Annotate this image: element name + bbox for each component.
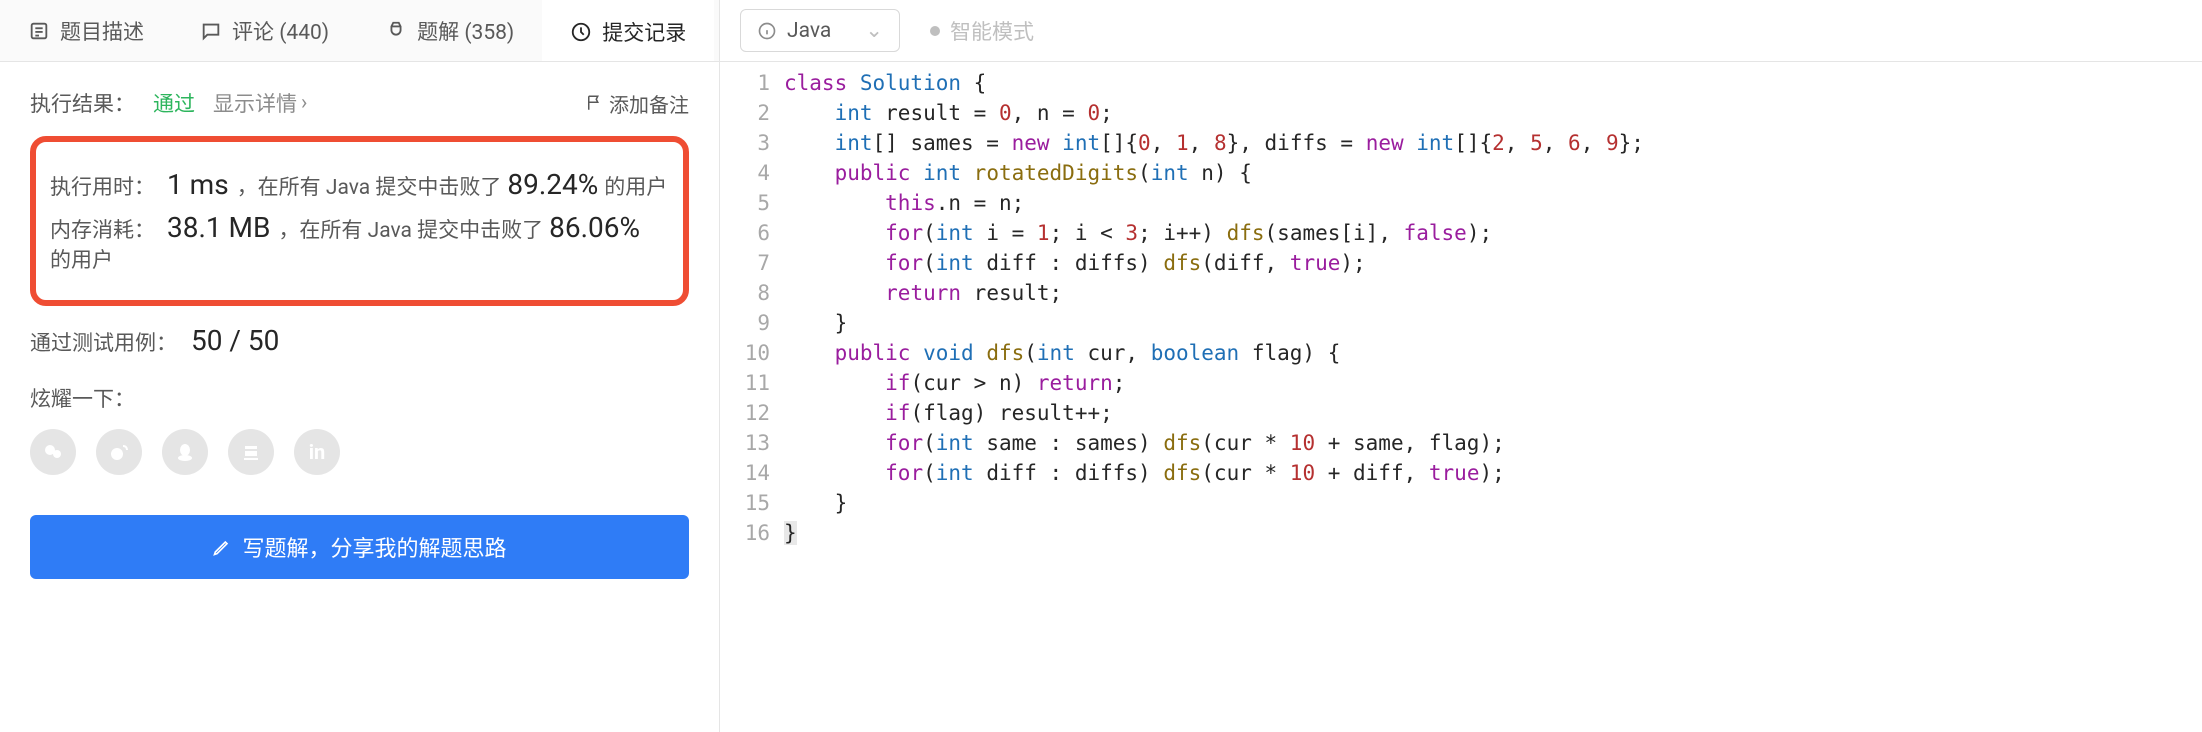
show-details-link[interactable]: 显示详情 › <box>213 88 307 118</box>
line-number: 4 <box>720 158 770 188</box>
runtime-label: 执行用时： <box>50 171 155 201</box>
add-note-button[interactable]: 添加备注 <box>585 89 689 118</box>
editor-header: Java ⌄ 智能模式 <box>720 0 2202 62</box>
tab-label: 提交记录 <box>602 17 686 47</box>
right-panel: Java ⌄ 智能模式 12345678910111213141516 clas… <box>720 0 2202 732</box>
runtime-line: 执行用时： 1 ms ，在所有 Java 提交中击败了 89.24% 的用户 <box>50 168 669 201</box>
line-number: 10 <box>720 338 770 368</box>
qq-icon[interactable] <box>162 429 208 475</box>
runtime-mid: ，在所有 Java 提交中击败了 <box>237 171 502 201</box>
language-label: Java <box>787 19 831 43</box>
share-icons: in <box>30 429 689 475</box>
code-line[interactable]: return result; <box>784 278 2202 308</box>
line-number: 13 <box>720 428 770 458</box>
stats-highlight: 执行用时： 1 ms ，在所有 Java 提交中击败了 89.24% 的用户 内… <box>30 136 689 306</box>
info-icon <box>757 21 777 41</box>
memory-mid: ，在所有 Java 提交中击败了 <box>278 214 543 244</box>
weibo-icon[interactable] <box>96 429 142 475</box>
douban-icon[interactable] <box>228 429 274 475</box>
line-number: 11 <box>720 368 770 398</box>
submissions-icon <box>570 21 592 43</box>
runtime-tail: 的用户 <box>604 171 667 201</box>
tab-comments[interactable]: 评论 (440) <box>172 0 357 61</box>
smart-mode-toggle[interactable]: 智能模式 <box>930 16 1034 46</box>
code-line[interactable]: int[] sames = new int[]{0, 1, 8}, diffs … <box>784 128 2202 158</box>
runtime-pct: 89.24% <box>507 168 598 201</box>
flag-icon <box>585 94 603 112</box>
line-number: 9 <box>720 308 770 338</box>
memory-value: 38.1 MB <box>167 211 270 244</box>
code-editor[interactable]: 12345678910111213141516 class Solution {… <box>720 62 2202 732</box>
result-panel: 执行结果： 通过 显示详情 › 添加备注 执行用时： 1 ms ，在所有 Jav… <box>0 62 719 732</box>
tab-submissions[interactable]: 提交记录 <box>542 0 714 61</box>
line-number: 6 <box>720 218 770 248</box>
linkedin-icon[interactable]: in <box>294 429 340 475</box>
cases-value: 50 / 50 <box>191 324 279 357</box>
pass-cases: 通过测试用例： 50 / 50 <box>30 324 689 357</box>
write-solution-button[interactable]: 写题解，分享我的解题思路 <box>30 515 689 579</box>
share-label: 炫耀一下： <box>30 383 689 413</box>
line-number: 3 <box>720 128 770 158</box>
code-line[interactable]: this.n = n; <box>784 188 2202 218</box>
pencil-icon <box>212 537 232 557</box>
memory-pct: 86.06% <box>549 211 640 244</box>
memory-tail: 的用户 <box>50 244 113 274</box>
chevron-down-icon: ⌄ <box>865 18 883 43</box>
runtime-value: 1 ms <box>167 168 229 201</box>
code-line[interactable]: class Solution { <box>784 68 2202 98</box>
code-line[interactable]: for(int diff : diffs) dfs(diff, true); <box>784 248 2202 278</box>
tab-description[interactable]: 题目描述 <box>0 0 172 61</box>
code-line[interactable]: public void dfs(int cur, boolean flag) { <box>784 338 2202 368</box>
result-label: 执行结果： <box>30 88 135 118</box>
line-number: 2 <box>720 98 770 128</box>
line-number: 8 <box>720 278 770 308</box>
tabs: 题目描述 评论 (440) 题解 (358) 提交记录 <box>0 0 719 62</box>
code-line[interactable]: for(int i = 1; i < 3; i++) dfs(sames[i],… <box>784 218 2202 248</box>
tab-label: 题目描述 <box>60 16 144 46</box>
code-line[interactable]: } <box>784 488 2202 518</box>
code-line[interactable]: for(int same : sames) dfs(cur * 10 + sam… <box>784 428 2202 458</box>
code-content[interactable]: class Solution { int result = 0, n = 0; … <box>784 62 2202 732</box>
memory-line: 内存消耗： 38.1 MB ，在所有 Java 提交中击败了 86.06% 的用… <box>50 211 669 274</box>
chevron-right-icon: › <box>301 91 307 115</box>
result-header: 执行结果： 通过 显示详情 › 添加备注 <box>30 88 689 118</box>
code-line[interactable]: } <box>784 518 2202 548</box>
line-number: 12 <box>720 398 770 428</box>
cases-label: 通过测试用例： <box>30 327 177 357</box>
solutions-icon <box>385 20 407 42</box>
line-number: 7 <box>720 248 770 278</box>
result-status: 通过 <box>153 88 195 118</box>
code-line[interactable]: } <box>784 308 2202 338</box>
description-icon <box>28 20 50 42</box>
code-line[interactable]: if(cur > n) return; <box>784 368 2202 398</box>
code-line[interactable]: public int rotatedDigits(int n) { <box>784 158 2202 188</box>
tab-solutions[interactable]: 题解 (358) <box>357 0 542 61</box>
memory-label: 内存消耗： <box>50 214 155 244</box>
line-number: 16 <box>720 518 770 548</box>
dot-icon <box>930 26 940 36</box>
tab-label: 评论 (440) <box>232 16 329 46</box>
code-line[interactable]: int result = 0, n = 0; <box>784 98 2202 128</box>
wechat-icon[interactable] <box>30 429 76 475</box>
line-number: 14 <box>720 458 770 488</box>
line-gutter: 12345678910111213141516 <box>720 62 784 732</box>
line-number: 5 <box>720 188 770 218</box>
language-select[interactable]: Java ⌄ <box>740 9 900 52</box>
line-number: 15 <box>720 488 770 518</box>
tab-label: 题解 (358) <box>417 16 514 46</box>
code-line[interactable]: for(int diff : diffs) dfs(cur * 10 + dif… <box>784 458 2202 488</box>
comments-icon <box>200 20 222 42</box>
code-line[interactable]: if(flag) result++; <box>784 398 2202 428</box>
line-number: 1 <box>720 68 770 98</box>
left-panel: 题目描述 评论 (440) 题解 (358) 提交记录 执行结果： 通过 显示 <box>0 0 720 732</box>
